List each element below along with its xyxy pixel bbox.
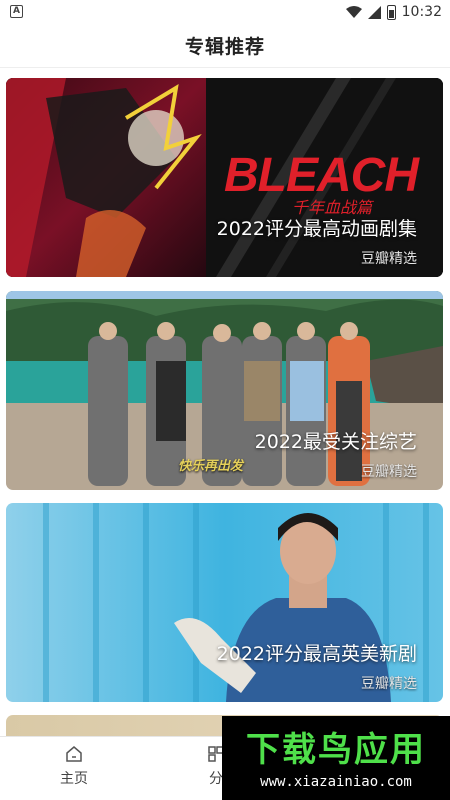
variety-logo-text: 快乐再出发 bbox=[178, 459, 244, 474]
watermark-url: www.xiazainiao.com bbox=[260, 774, 412, 790]
card-subtitle: 豆瓣精选 bbox=[361, 464, 417, 480]
album-card-drama[interactable]: 2022评分最高英美新剧 豆瓣精选 bbox=[6, 503, 443, 702]
home-icon bbox=[66, 746, 82, 762]
notification-icon: A bbox=[10, 5, 23, 18]
status-time: 10:32 bbox=[401, 4, 442, 20]
card-title: 2022评分最高英美新剧 bbox=[216, 643, 417, 665]
nav-item-home[interactable]: 主页 bbox=[44, 745, 104, 788]
card-subtitle: 豆瓣精选 bbox=[361, 676, 417, 692]
card-subtitle: 豆瓣精选 bbox=[361, 251, 417, 267]
status-icons: 10:32 bbox=[345, 3, 442, 21]
signal-icon bbox=[367, 5, 381, 19]
page-header: 专辑推荐 bbox=[0, 24, 450, 68]
card-title: 2022最受关注综艺 bbox=[254, 431, 417, 453]
status-bar: A 10:32 bbox=[0, 0, 450, 24]
watermark-overlay: 下载鸟应用 www.xiazainiao.com bbox=[222, 716, 450, 800]
battery-icon bbox=[386, 4, 396, 20]
app-screen: A 10:32 专辑推荐 BLEACH 千年血战篇 2022评分最高动画剧集 豆… bbox=[0, 0, 450, 800]
album-card-variety[interactable]: 快乐再出发 2022最受关注综艺 豆瓣精选 bbox=[6, 291, 443, 490]
card-title: 2022评分最高动画剧集 bbox=[216, 218, 417, 240]
album-card-anime[interactable]: BLEACH 千年血战篇 2022评分最高动画剧集 豆瓣精选 bbox=[6, 78, 443, 277]
wifi-icon bbox=[345, 6, 362, 18]
watermark-logo: 下载鸟应用 bbox=[246, 730, 426, 770]
page-title: 专辑推荐 bbox=[184, 36, 265, 58]
nav-label-home: 主页 bbox=[60, 771, 88, 787]
